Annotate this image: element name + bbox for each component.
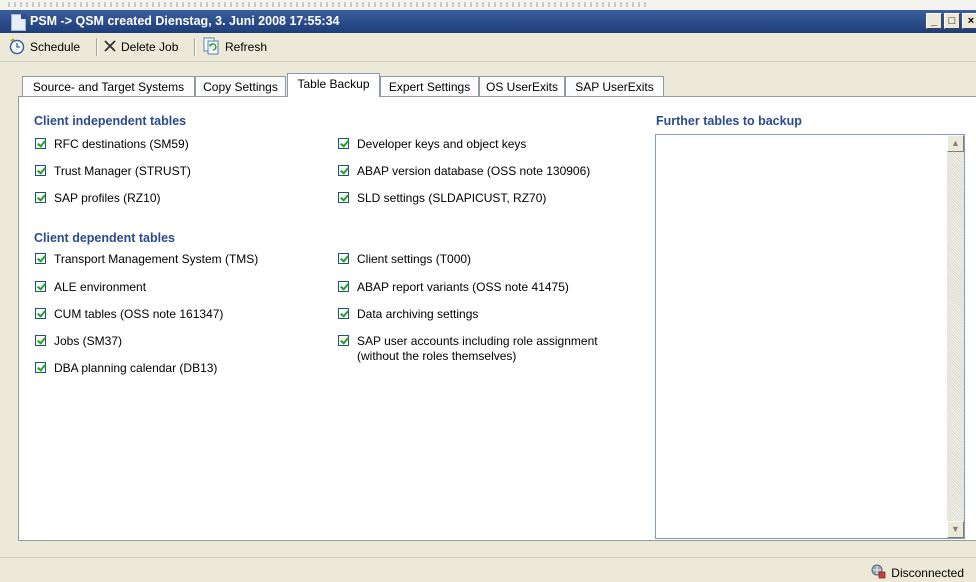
checkbox-label: DBA planning calendar (DB13) <box>54 361 218 375</box>
connection-status: Disconnected <box>870 563 964 582</box>
scroll-down-icon[interactable]: ▼ <box>947 521 964 538</box>
checkbox-checked[interactable] <box>338 138 349 149</box>
vertical-scrollbar[interactable]: ▲ ▼ <box>947 135 964 538</box>
checkbox-checked[interactable] <box>35 253 46 264</box>
checkbox-label: ABAP version database (OSS note 130906) <box>357 164 591 178</box>
further-tables-list[interactable]: ▲ ▼ <box>655 134 965 539</box>
checkbox-label: Jobs (SM37) <box>54 334 123 348</box>
chk-trust-manager[interactable]: Trust Manager (STRUST) <box>35 164 191 179</box>
tab-sap-userexits[interactable]: SAP UserExits <box>565 76 664 96</box>
checkbox-label: SLD settings (SLDAPICUST, RZ70) <box>357 191 547 205</box>
refresh-label: Refresh <box>225 40 268 54</box>
chk-dba-planning-calendar[interactable]: DBA planning calendar (DB13) <box>35 361 217 376</box>
tab-source-and-target-systems[interactable]: Source- and Target Systems <box>22 76 195 96</box>
client-independent-heading: Client independent tables <box>34 114 187 128</box>
checkbox-label: Client settings (T000) <box>357 252 472 266</box>
scroll-up-icon[interactable]: ▲ <box>947 135 964 152</box>
background-window-strip <box>0 0 976 10</box>
checkbox-checked[interactable] <box>35 192 46 203</box>
document-icon <box>11 14 26 31</box>
status-text: Disconnected <box>891 565 964 580</box>
disconnected-icon <box>870 563 886 582</box>
minimize-button[interactable]: _ <box>926 13 942 29</box>
status-bar: Disconnected <box>0 557 976 582</box>
chk-sap-profiles[interactable]: SAP profiles (RZ10) <box>35 191 160 206</box>
checkbox-checked[interactable] <box>35 138 46 149</box>
delete-icon <box>103 39 117 56</box>
clock-icon <box>8 37 26 58</box>
checkbox-checked[interactable] <box>35 335 46 346</box>
checkbox-checked[interactable] <box>338 308 349 319</box>
checkbox-checked[interactable] <box>338 253 349 264</box>
checkbox-checked[interactable] <box>35 281 46 292</box>
window-title: PSM -> QSM created Dienstag, 3. Juni 200… <box>30 14 340 28</box>
chk-client-settings[interactable]: Client settings (T000) <box>338 252 471 267</box>
chk-sap-user-accounts[interactable]: SAP user accounts including role assignm… <box>338 334 637 364</box>
client-dependent-heading: Client dependent tables <box>34 231 175 245</box>
chk-rfc-destinations[interactable]: RFC destinations (SM59) <box>35 137 189 152</box>
checkbox-checked[interactable] <box>35 362 46 373</box>
schedule-button[interactable]: Schedule <box>8 37 81 58</box>
checkbox-checked[interactable] <box>338 192 349 203</box>
chk-developer-keys[interactable]: Developer keys and object keys <box>338 137 526 152</box>
checkbox-label: SAP user accounts including role assignm… <box>357 334 598 363</box>
checkbox-label: Developer keys and object keys <box>357 137 527 151</box>
chk-cum-tables[interactable]: CUM tables (OSS note 161347) <box>35 307 223 322</box>
chk-data-archiving[interactable]: Data archiving settings <box>338 307 478 322</box>
chk-sld-settings[interactable]: SLD settings (SLDAPICUST, RZ70) <box>338 191 546 206</box>
tab-copy-settings[interactable]: Copy Settings <box>195 76 286 96</box>
checkbox-label: RFC destinations (SM59) <box>54 137 189 151</box>
schedule-label: Schedule <box>30 40 81 54</box>
title-bar: PSM -> QSM created Dienstag, 3. Juni 200… <box>0 10 976 33</box>
toolbar: Schedule Delete Job Refresh <box>0 33 976 62</box>
checkbox-label: Transport Management System (TMS) <box>54 252 259 266</box>
delete-job-button[interactable]: Delete Job <box>103 38 178 56</box>
chk-abap-version-database[interactable]: ABAP version database (OSS note 130906) <box>338 164 590 179</box>
refresh-button[interactable]: Refresh <box>201 37 268 58</box>
checkbox-label: ALE environment <box>54 280 147 294</box>
checkbox-label: CUM tables (OSS note 161347) <box>54 307 224 321</box>
chk-transport-management[interactable]: Transport Management System (TMS) <box>35 252 258 267</box>
checkbox-checked[interactable] <box>338 165 349 176</box>
tab-expert-settings[interactable]: Expert Settings <box>380 76 479 96</box>
close-button[interactable]: × <box>962 13 976 29</box>
checkbox-checked[interactable] <box>35 165 46 176</box>
further-tables-heading: Further tables to backup <box>656 114 802 128</box>
chk-abap-report-variants[interactable]: ABAP report variants (OSS note 41475) <box>338 280 569 295</box>
maximize-button[interactable]: □ <box>944 13 960 29</box>
checkbox-checked[interactable] <box>338 281 349 292</box>
tab-table-backup[interactable]: Table Backup <box>287 73 380 97</box>
chk-jobs[interactable]: Jobs (SM37) <box>35 334 122 349</box>
checkbox-checked[interactable] <box>35 308 46 319</box>
checkbox-label: Trust Manager (STRUST) <box>54 164 191 178</box>
tab-os-userexits[interactable]: OS UserExits <box>479 76 565 96</box>
chk-ale-environment[interactable]: ALE environment <box>35 280 146 295</box>
checkbox-label: Data archiving settings <box>357 307 479 321</box>
refresh-icon <box>201 37 221 58</box>
checkbox-label: ABAP report variants (OSS note 41475) <box>357 280 569 294</box>
toolbar-separator <box>96 38 98 56</box>
toolbar-separator <box>194 38 196 56</box>
checkbox-label: SAP profiles (RZ10) <box>54 191 161 205</box>
checkbox-checked[interactable] <box>338 335 349 346</box>
delete-job-label: Delete Job <box>121 40 179 54</box>
